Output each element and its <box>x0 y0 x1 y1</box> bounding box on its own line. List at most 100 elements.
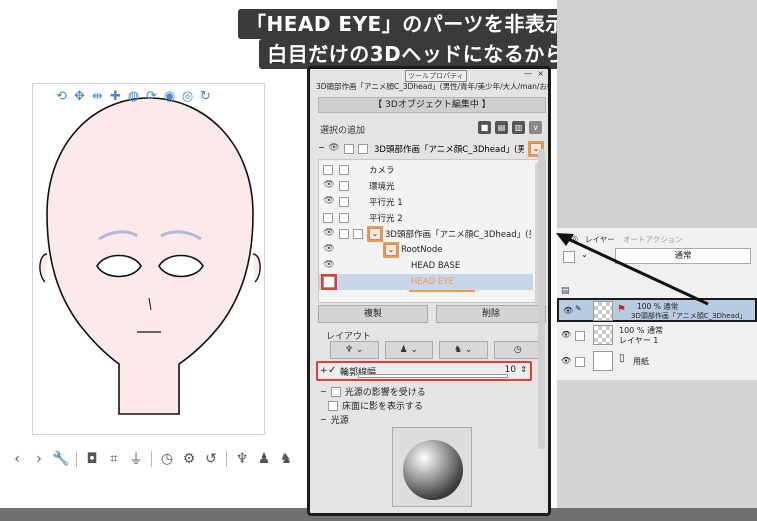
lock-checkbox[interactable] <box>339 181 349 191</box>
root-object-row[interactable]: − 👁 3D頭部作画「アニメ顔C_3Dhead」(男性 ⌄ <box>318 141 546 157</box>
reset-icon[interactable]: ↻ <box>198 89 213 104</box>
select-checkbox[interactable] <box>353 229 363 239</box>
lock-checkbox[interactable] <box>339 229 349 239</box>
fit-icon[interactable]: ⌗ <box>105 449 123 469</box>
floor-shadow-row[interactable]: 床面に影を表示する <box>328 399 423 412</box>
tree-row-head-eye[interactable]: HEAD EYE <box>319 274 533 290</box>
layout-pose-button[interactable]: ♆ ⌄ <box>330 341 379 359</box>
paper-icon: ▯ <box>619 353 625 364</box>
canvas[interactable] <box>32 83 265 435</box>
eye-icon[interactable]: 👁 <box>328 143 340 153</box>
chevron-down-icon[interactable]: v <box>529 121 542 134</box>
select-checkbox[interactable] <box>358 144 368 154</box>
outline-width-value[interactable]: 10 <box>505 365 516 375</box>
layers-icon[interactable]: ▤ <box>495 121 508 134</box>
layout-clock-button[interactable]: ◷ <box>493 341 542 359</box>
paper-thumbnail <box>593 351 613 371</box>
separator <box>151 451 152 467</box>
lock-checkbox[interactable] <box>339 165 349 175</box>
stepper-icon[interactable]: ⇕ <box>520 365 527 374</box>
light-effect-row[interactable]: − 光源の影響を受ける <box>320 385 426 398</box>
clock-icon[interactable]: ◷ <box>158 449 176 469</box>
tree-row-model[interactable]: 👁 ⌄ 3D頭部作画「アニメ顔C_3Dhead」(男 <box>319 226 533 242</box>
rotate-camera-icon[interactable]: ↺ <box>202 449 220 469</box>
chevron-down-icon[interactable]: ⌄ <box>383 242 399 258</box>
chevron-down-icon[interactable]: ⌄ <box>367 226 383 242</box>
check-icon[interactable]: ✓ <box>328 365 336 376</box>
object-tilt-icon[interactable]: ◉ <box>162 89 177 104</box>
camera-pan-icon[interactable]: ✥ <box>72 89 87 104</box>
eye-icon[interactable]: 👁 <box>323 180 335 190</box>
expand-icon[interactable]: + <box>320 366 328 376</box>
visibility-checkbox[interactable] <box>323 213 333 223</box>
pose-set-icon[interactable]: ♞ <box>277 449 295 469</box>
pose-icon[interactable]: ♆ <box>233 449 251 469</box>
camera-dolly-icon[interactable]: ⇹ <box>90 89 105 104</box>
tree-row-head-base[interactable]: 👁 HEAD BASE <box>319 258 533 274</box>
light-effect-checkbox[interactable] <box>330 386 341 397</box>
lock-checkbox[interactable] <box>339 197 349 207</box>
pose-fill-icon[interactable]: ♟ <box>255 449 273 469</box>
annotation-arrow <box>556 233 709 306</box>
layer-name: レイヤー 1 <box>619 336 659 345</box>
floor-icon[interactable]: ⏚ <box>127 449 145 469</box>
tree-row-rootnode[interactable]: 👁 ⌄ RootNode <box>319 242 533 258</box>
floor-shadow-checkbox[interactable] <box>328 400 338 411</box>
lock-checkbox[interactable] <box>339 213 349 223</box>
camera-icon[interactable]: ◘ <box>83 449 101 469</box>
visibility-checkbox[interactable] <box>323 165 333 175</box>
outline-width-row[interactable]: + ✓ 輪郭線幅 10 ⇕ <box>316 361 532 381</box>
eye-icon[interactable]: 👁 <box>323 244 335 254</box>
chevron-left-icon[interactable]: ‹ <box>8 449 26 469</box>
tree-row-camera[interactable]: カメラ <box>319 162 533 178</box>
tree-row-light-1[interactable]: 👁 平行光 1 <box>319 194 533 210</box>
layout-pose-fill-button[interactable]: ♟ ⌄ <box>384 341 433 359</box>
lock-checkbox[interactable] <box>575 357 585 367</box>
gear-camera-icon[interactable]: ⚙ <box>180 449 198 469</box>
node-tree: カメラ 👁 環境光 👁 平行光 1 平行光 2 👁 ⌄ 3D頭部作画「アニメ顔C… <box>318 159 546 312</box>
object-rotate-icon[interactable]: ⟳ <box>144 89 159 104</box>
selection-add-row: 選択の追加 ■ ▤ ▥ v <box>318 121 546 139</box>
object-move-icon[interactable]: ◍ <box>126 89 141 104</box>
object-launcher: ‹ › 🔧 ◘ ⌗ ⏚ ◷ ⚙ ↺ ♆ ♟ ♞ <box>8 446 295 472</box>
outline-width-slider[interactable] <box>358 374 508 378</box>
tree-row-ambient[interactable]: 👁 環境光 <box>319 178 533 194</box>
collapse-icon[interactable]: − <box>320 387 327 396</box>
wrench-icon[interactable]: 🔧 <box>52 449 70 469</box>
stack-icon[interactable]: ▥ <box>512 121 525 134</box>
eye-icon[interactable]: 👁 <box>323 260 335 270</box>
lock-checkbox[interactable] <box>575 331 585 341</box>
collapse-icon[interactable]: − <box>320 415 327 424</box>
tree-label: RootNode <box>401 245 443 255</box>
light-sphere[interactable] <box>393 428 472 507</box>
lock-checkbox[interactable] <box>344 144 354 154</box>
tree-label: 3D頭部作画「アニメ顔C_3Dhead」(男 <box>385 230 531 240</box>
chevron-right-icon[interactable]: › <box>30 449 48 469</box>
eye-icon[interactable]: 👁 <box>323 196 335 206</box>
eye-icon[interactable]: 👁 <box>323 228 335 238</box>
close-icon[interactable]: × <box>537 69 544 78</box>
eye-icon[interactable]: 👁 <box>561 356 571 365</box>
head-3d-model[interactable] <box>33 84 266 436</box>
layout-pose-set-button[interactable]: ♞ ⌄ <box>439 341 488 359</box>
layer-row-1[interactable]: 👁 100 % 通常 レイヤー 1 <box>557 324 757 348</box>
tree-row-light-2[interactable]: 平行光 2 <box>319 210 533 226</box>
separator <box>226 451 227 467</box>
square-icon[interactable]: ■ <box>478 121 491 134</box>
light-effect-label: 光源の影響を受ける <box>344 388 426 398</box>
eye-icon[interactable]: 👁 <box>561 330 571 339</box>
visibility-checkbox-hidden[interactable] <box>321 274 337 290</box>
object-scale-icon[interactable]: ◎ <box>180 89 195 104</box>
tool-property-panel: ツールプロパティ — × 3D頭部作画「アニメ顔C_3Dhead」(男性/青年/… <box>307 66 551 516</box>
duplicate-button[interactable]: 複製 <box>318 305 428 323</box>
collapse-icon[interactable]: − <box>318 143 325 152</box>
camera-rotate-icon[interactable]: ⟲ <box>54 89 69 104</box>
minimize-icon[interactable]: — <box>524 69 532 78</box>
light-preview[interactable] <box>392 427 472 507</box>
move-icon[interactable]: ✚ <box>108 89 123 104</box>
tree-label: カメラ <box>369 166 395 176</box>
edit-status: 【 3Dオブジェクト編集中 】 <box>318 97 546 113</box>
tree-label: 平行光 2 <box>369 214 403 224</box>
delete-button[interactable]: 削除 <box>436 305 546 323</box>
layer-row-paper[interactable]: 👁 ▯ 用紙 <box>557 350 757 374</box>
